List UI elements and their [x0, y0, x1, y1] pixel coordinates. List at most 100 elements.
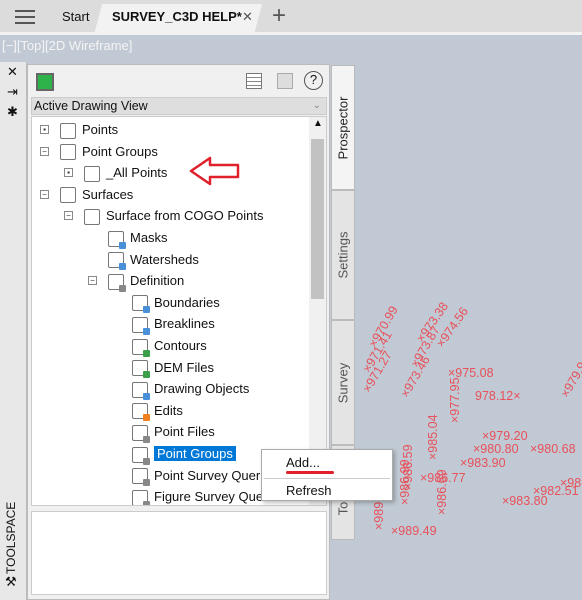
tree-node-icon: [132, 381, 150, 400]
tree-item[interactable]: Surface from COGO Points: [84, 206, 264, 226]
tree-node-icon: [132, 316, 150, 335]
tree-item-label: Surfaces: [82, 186, 134, 202]
tree-node-icon: [132, 446, 150, 465]
help-icon[interactable]: ?: [304, 71, 323, 90]
expand-toggle[interactable]: −: [40, 146, 49, 156]
menu-icon[interactable]: [15, 10, 35, 24]
survey-point-label: ×979.9: [557, 359, 582, 400]
new-tab-icon[interactable]: +: [272, 2, 286, 30]
survey-point-label: ×980.68: [530, 442, 576, 456]
survey-point-label: ×980.80: [473, 442, 519, 456]
tree-item[interactable]: Points: [60, 120, 118, 140]
tab-label: Prospector: [335, 96, 351, 159]
tree-node-icon: [132, 338, 150, 357]
dropdown-value: Active Drawing View: [34, 99, 148, 113]
close-tab-icon[interactable]: ✕: [242, 9, 253, 25]
red-underline: [286, 471, 334, 474]
toolspace-title: TOOLSPACE: [4, 501, 18, 574]
scroll-up-icon[interactable]: ▲: [313, 118, 323, 129]
tree-item-label: Point Survey Queries: [154, 467, 277, 483]
expand-toggle[interactable]: −: [40, 189, 49, 199]
tree-node-icon: [108, 230, 126, 249]
tree-item-label: Surface from COGO Points: [106, 208, 264, 224]
tree-node-icon: [132, 424, 150, 443]
tab-survey[interactable]: Survey: [331, 320, 355, 445]
survey-point-label: ×983.80: [502, 494, 548, 508]
tree-item-label: _All Points: [106, 165, 168, 181]
toolspace-cube-icon[interactable]: [36, 73, 54, 91]
tree-item-label: Drawing Objects: [154, 381, 250, 397]
tree-item-label: Masks: [130, 230, 168, 245]
tree-node-icon: [60, 144, 76, 161]
tree-item-label: Contours: [154, 338, 207, 353]
tree-item[interactable]: Masks: [108, 228, 168, 249]
survey-point-label: ×986.69: [435, 469, 449, 515]
tree-item[interactable]: _All Points: [84, 163, 167, 183]
toolspace-strip: ✕ ⇥ ✱ TOOLSPACE ⚒: [0, 62, 27, 600]
tree-node-icon: [108, 273, 126, 292]
tree-node-icon: [132, 360, 150, 379]
expand-toggle[interactable]: ▪: [64, 168, 73, 178]
gear-icon[interactable]: ✱: [7, 104, 18, 120]
chevron-down-icon: ⌄: [312, 100, 321, 111]
scrollbar[interactable]: ▲: [309, 117, 326, 505]
tree-item-label: Definition: [130, 273, 185, 289]
tree-item[interactable]: Contours: [132, 336, 207, 357]
toggle-view-icon[interactable]: [246, 73, 262, 89]
tree-item[interactable]: Breaklines: [132, 314, 215, 335]
menu-item-refresh[interactable]: Refresh: [286, 483, 332, 498]
tree-item-label: DEM Files: [154, 359, 214, 375]
survey-point-label: ×985.04: [426, 414, 440, 460]
tools-icon[interactable]: ⚒: [5, 574, 17, 590]
survey-point-label: ×989.49: [391, 524, 437, 538]
tree-node-icon: [132, 468, 150, 487]
tree-item[interactable]: Watersheds: [108, 250, 199, 271]
tab-start[interactable]: Start: [62, 9, 89, 24]
tree-item-label: Boundaries: [154, 294, 220, 310]
tree-item[interactable]: Point Files: [132, 422, 215, 443]
tree-item[interactable]: DEM Files: [132, 358, 214, 379]
tree-item[interactable]: Boundaries: [132, 293, 220, 314]
survey-point-label: ×986.59: [401, 444, 415, 490]
item-view-icon[interactable]: [277, 73, 293, 89]
survey-point-label: ×979.20: [482, 429, 528, 443]
scroll-thumb[interactable]: [311, 139, 324, 299]
tree-item-label: Points: [82, 122, 119, 137]
tree-item-label: Point Groups: [154, 446, 236, 461]
tree-item-label: Point Groups: [82, 143, 158, 159]
tree-item[interactable]: Edits: [132, 401, 183, 422]
prospector-tree: Figure Survey Queries Point Survey Querie…: [31, 116, 327, 506]
viewport-label[interactable]: [−][Top][2D Wireframe]: [2, 38, 132, 53]
tree-node-icon: [84, 165, 100, 182]
menu-item-add[interactable]: Add...: [286, 455, 320, 470]
tree-item-label: Edits: [154, 402, 183, 418]
survey-point-label: ×973.46: [397, 353, 433, 400]
tree-item[interactable]: Point Groups: [132, 444, 236, 465]
expand-toggle[interactable]: −: [64, 211, 73, 221]
tree-node-icon: [60, 187, 76, 204]
tree-node-icon: [108, 252, 126, 271]
auto-hide-icon[interactable]: ⇥: [7, 84, 18, 100]
tree-item[interactable]: Point Survey Queries: [132, 466, 277, 487]
tree-item[interactable]: Point Groups: [60, 142, 158, 162]
close-icon[interactable]: ✕: [7, 64, 18, 80]
expand-toggle[interactable]: −: [88, 276, 97, 286]
tree-item[interactable]: Drawing Objects: [132, 379, 250, 400]
tree-node-icon: [84, 208, 100, 225]
survey-point-label: ×971.27: [359, 348, 395, 395]
tree-node-icon: [132, 489, 150, 505]
menu-separator: [264, 478, 390, 479]
tree-item[interactable]: Surfaces: [60, 185, 133, 205]
tree-node-icon: [132, 403, 150, 422]
expand-toggle[interactable]: ▪: [40, 125, 49, 134]
tab-label: Survey: [335, 362, 351, 403]
tree-node-icon: [60, 122, 76, 139]
tab-bar: Start SURVEY_C3D HELP* ✕ +: [0, 0, 582, 35]
tab-survey[interactable]: SURVEY_C3D HELP*: [112, 9, 242, 24]
tab-label: Settings: [335, 231, 351, 279]
tab-settings[interactable]: Settings: [331, 190, 355, 320]
tab-prospector[interactable]: Prospector: [331, 65, 355, 190]
tree-item[interactable]: Definition: [108, 271, 185, 292]
view-dropdown[interactable]: Active Drawing View ⌄: [31, 97, 327, 115]
survey-point-label: 978.12×: [475, 389, 521, 403]
